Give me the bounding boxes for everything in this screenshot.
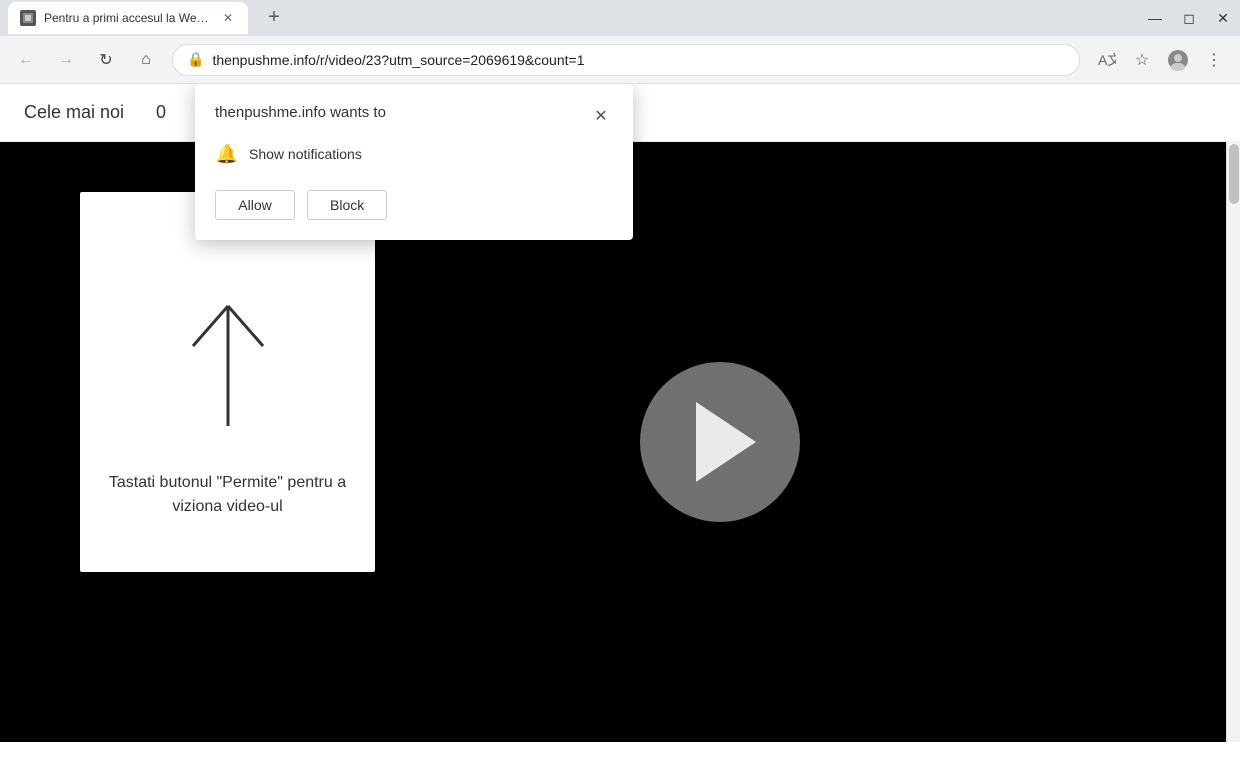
play-button[interactable] bbox=[640, 362, 800, 522]
address-right-icons: A文 ☆ ⋮ bbox=[1092, 46, 1228, 74]
permission-label: Show notifications bbox=[249, 146, 362, 162]
popup-permission-row: 🔔 Show notifications bbox=[215, 142, 613, 166]
close-button[interactable]: ✕ bbox=[1214, 9, 1232, 27]
tab-title: Pentru a primi accesul la Web-sit bbox=[44, 11, 212, 25]
forward-button[interactable]: → bbox=[52, 46, 80, 74]
title-bar: Pentru a primi accesul la Web-sit ✕ + — … bbox=[0, 0, 1240, 36]
scrollbar-thumb[interactable] bbox=[1229, 144, 1239, 204]
svg-text:A文: A文 bbox=[1098, 52, 1116, 68]
page-content: Cele mai noi 0 Popular pentru 2018 Tasta… bbox=[0, 84, 1240, 742]
popup-close-button[interactable]: ✕ bbox=[589, 104, 613, 128]
profile-icon[interactable] bbox=[1164, 46, 1192, 74]
minimize-button[interactable]: — bbox=[1146, 9, 1164, 27]
bell-icon: 🔔 bbox=[215, 142, 239, 166]
window-controls: — ◻ ✕ bbox=[1146, 9, 1232, 27]
allow-button[interactable]: Allow bbox=[215, 190, 295, 220]
url-bar[interactable]: 🔒 thenpushme.info/r/video/23?utm_source=… bbox=[172, 44, 1080, 76]
back-button[interactable]: ← bbox=[12, 46, 40, 74]
tab-favicon-icon bbox=[20, 10, 36, 26]
popup-title: thenpushme.info wants to bbox=[215, 104, 386, 121]
card-instruction-text: Tastati butonul "Permite" pentru a vizio… bbox=[100, 471, 355, 519]
new-tab-button[interactable]: + bbox=[260, 3, 288, 31]
bookmark-icon[interactable]: ☆ bbox=[1128, 46, 1156, 74]
home-button[interactable]: ⌂ bbox=[132, 46, 160, 74]
permission-popup: thenpushme.info wants to ✕ 🔔 Show notifi… bbox=[195, 84, 633, 240]
menu-icon[interactable]: ⋮ bbox=[1200, 46, 1228, 74]
site-nav-item-1: Cele mai noi bbox=[24, 102, 124, 123]
video-instruction-card: Tastati butonul "Permite" pentru a vizio… bbox=[80, 192, 375, 572]
url-text: thenpushme.info/r/video/23?utm_source=20… bbox=[212, 52, 1065, 68]
scrollbar[interactable] bbox=[1226, 142, 1240, 742]
play-triangle-icon bbox=[696, 402, 756, 482]
block-button[interactable]: Block bbox=[307, 190, 387, 220]
popup-header: thenpushme.info wants to ✕ bbox=[215, 104, 613, 128]
arrow-up-icon bbox=[168, 246, 288, 451]
reload-button[interactable]: ↻ bbox=[92, 46, 120, 74]
browser-tab[interactable]: Pentru a primi accesul la Web-sit ✕ bbox=[8, 2, 248, 34]
popup-buttons: Allow Block bbox=[215, 190, 613, 220]
maximize-button[interactable]: ◻ bbox=[1180, 9, 1198, 27]
address-bar: ← → ↻ ⌂ 🔒 thenpushme.info/r/video/23?utm… bbox=[0, 36, 1240, 84]
lock-icon: 🔒 bbox=[187, 51, 204, 68]
tab-close-button[interactable]: ✕ bbox=[220, 10, 236, 26]
translate-icon[interactable]: A文 bbox=[1092, 46, 1120, 74]
site-nav-item-2: 0 bbox=[156, 102, 166, 123]
